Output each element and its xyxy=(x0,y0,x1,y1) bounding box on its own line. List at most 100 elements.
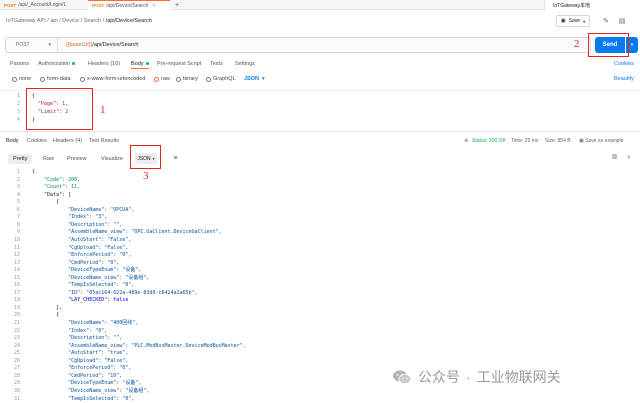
environment-selector[interactable]: IoTGateway本地 xyxy=(544,0,640,10)
format-pretty[interactable]: Pretty xyxy=(8,154,33,164)
tab-login[interactable]: POST /api/_Account/Login/L xyxy=(0,0,66,10)
tab-response-headers[interactable]: Headers (4) xyxy=(53,138,82,144)
url-input[interactable]: {{baseUrl}}/api/Device/Search xyxy=(66,38,138,52)
line-number: 3 xyxy=(16,109,20,115)
copy-icon[interactable]: ⧉ xyxy=(612,154,617,162)
code-line: "Index": "3", xyxy=(32,214,108,221)
radio-graphql[interactable]: GraphQL xyxy=(206,76,236,82)
tab-headers[interactable]: Headers (10) xyxy=(88,61,120,67)
radio-urlencoded[interactable]: x-www-form-urlencoded xyxy=(80,76,145,82)
method-select[interactable]: POST ▾ xyxy=(6,38,58,52)
status-code: Status: 200 OK xyxy=(472,138,506,144)
save-button[interactable]: ▣ Save ▾ xyxy=(556,15,590,27)
save-example-label: Save as example xyxy=(585,138,624,144)
code-line: "DeviceTypeEnum": "设备", xyxy=(32,380,142,387)
line-number: 31 xyxy=(13,395,20,402)
cookies-link[interactable]: Cookies xyxy=(614,61,634,67)
tab-settings[interactable]: Settings xyxy=(235,61,255,67)
edit-icon[interactable]: ✎ xyxy=(600,15,612,27)
save-as-example-button[interactable]: ▣ Save as example xyxy=(579,138,623,144)
line-number: 23 xyxy=(13,335,20,342)
close-icon[interactable]: × xyxy=(152,3,155,9)
code-line: "AutoStart": "true", xyxy=(32,350,129,357)
code-line: "LAY_CHECKED": false xyxy=(32,297,129,304)
radio-icon xyxy=(206,76,211,82)
line-number: 11 xyxy=(13,244,20,251)
line-number: 7 xyxy=(16,214,20,221)
radio-raw[interactable]: raw xyxy=(154,76,170,82)
tab-pre-request-script[interactable]: Pre-request Script xyxy=(157,61,201,67)
line-number: 16 xyxy=(13,282,20,289)
line-number: 24 xyxy=(13,342,20,349)
format-raw[interactable]: Raw xyxy=(38,154,59,164)
line-number: 18 xyxy=(13,297,20,304)
radio-form-data[interactable]: form-data xyxy=(40,76,71,82)
annotation-box-request-body xyxy=(26,88,93,130)
option-label: form-data xyxy=(47,76,71,82)
radio-none[interactable]: none xyxy=(12,76,31,82)
line-number: 4 xyxy=(16,117,20,123)
line-number: 15 xyxy=(13,274,20,281)
tab-params[interactable]: Params xyxy=(10,61,29,67)
docs-icon[interactable]: ▤ xyxy=(616,15,628,27)
tab-test-results[interactable]: Test Results xyxy=(89,138,119,144)
beautify-link[interactable]: Beautify xyxy=(614,76,634,82)
wrap-lines-icon[interactable]: ≡ xyxy=(170,153,181,164)
option-label: binary xyxy=(183,76,198,82)
response-size: Size: 854 B xyxy=(545,138,571,144)
tab-response-body[interactable]: Body xyxy=(6,138,19,144)
option-label: none xyxy=(19,76,32,82)
line-number: 3 xyxy=(16,184,20,191)
code-line: "CmdPeriod": "10", xyxy=(32,372,123,379)
body-type-select[interactable]: JSON ▾ xyxy=(244,76,265,82)
search-icon[interactable]: ⌕ xyxy=(627,154,631,162)
line-number: 25 xyxy=(13,350,20,357)
format-preview[interactable]: Preview xyxy=(62,154,92,164)
save-icon: ▣ xyxy=(560,18,566,24)
watermark-separator: · xyxy=(466,369,471,385)
code-line: "ID": "05ac164-622a-489e-83d0-c6424a2a65… xyxy=(32,289,198,296)
code-line: "CgUpload": "False", xyxy=(32,244,129,251)
tab-body[interactable]: Body xyxy=(131,61,149,69)
tab-bar: POST /api/_Account/Login/L POST /api/Dev… xyxy=(0,0,640,10)
line-number: 21 xyxy=(13,320,20,326)
code-line: "DeviceTypeEnum": "设备", xyxy=(32,267,142,274)
code-line: "Count": 11, xyxy=(32,184,81,191)
line-number: 26 xyxy=(13,357,20,364)
watermark: 公众号 · 工业物联网关 xyxy=(392,367,561,387)
tab-authorization[interactable]: Authorization xyxy=(38,61,76,67)
breadcrumb-path: IoTGateway API / api / Device / Search / xyxy=(6,18,105,24)
tab-tests[interactable]: Tests xyxy=(210,61,223,67)
url-bar: POST ▾ {{baseUrl}}/api/Device/Search xyxy=(5,37,591,53)
line-number: 1 xyxy=(16,169,20,175)
status-text: Status: 200 OK xyxy=(472,138,506,144)
breadcrumb: IoTGateway API / api / Device / Search /… xyxy=(6,18,152,24)
radio-binary[interactable]: binary xyxy=(176,76,198,82)
method-label: POST xyxy=(16,42,30,48)
new-tab-button[interactable]: + xyxy=(172,0,182,10)
tab-method: POST xyxy=(4,2,17,8)
wechat-icon xyxy=(392,369,412,385)
tab-response-cookies[interactable]: Cookies xyxy=(27,138,47,144)
line-number: 8 xyxy=(16,221,20,228)
tab-label: Authorization xyxy=(38,61,71,67)
tab-device-search[interactable]: POST /api/Device/Search × xyxy=(88,0,170,10)
format-visualize[interactable]: Visualize xyxy=(96,154,128,164)
annotation-number: 1 xyxy=(100,104,106,116)
url-variable: {{baseUrl}} xyxy=(66,42,93,48)
annotation-box-json xyxy=(130,145,161,169)
line-number: 14 xyxy=(13,267,20,274)
environment-name: IoTGateway本地 xyxy=(553,2,590,9)
line-number: 6 xyxy=(16,206,20,213)
request-body-editor[interactable]: 1 2 3 4 { "Page": 1, "Limit": 2 } xyxy=(0,90,640,132)
tab-label: Body xyxy=(131,61,144,67)
code-line: }, xyxy=(32,304,63,311)
code-line: "DeviceName_view": "设备组", xyxy=(32,274,150,281)
tab-label: /api/_Account/Login/L xyxy=(18,2,67,8)
chevron-down-icon: ▾ xyxy=(48,42,51,48)
line-number: 30 xyxy=(13,387,20,394)
line-number: 2 xyxy=(16,176,20,183)
code-line: "AssembleName_view": "PLC.ModBusMaster.D… xyxy=(32,342,246,349)
code-line: "Description": "", xyxy=(32,335,123,342)
code-line: "TempIsSelected": "0", xyxy=(32,395,135,402)
